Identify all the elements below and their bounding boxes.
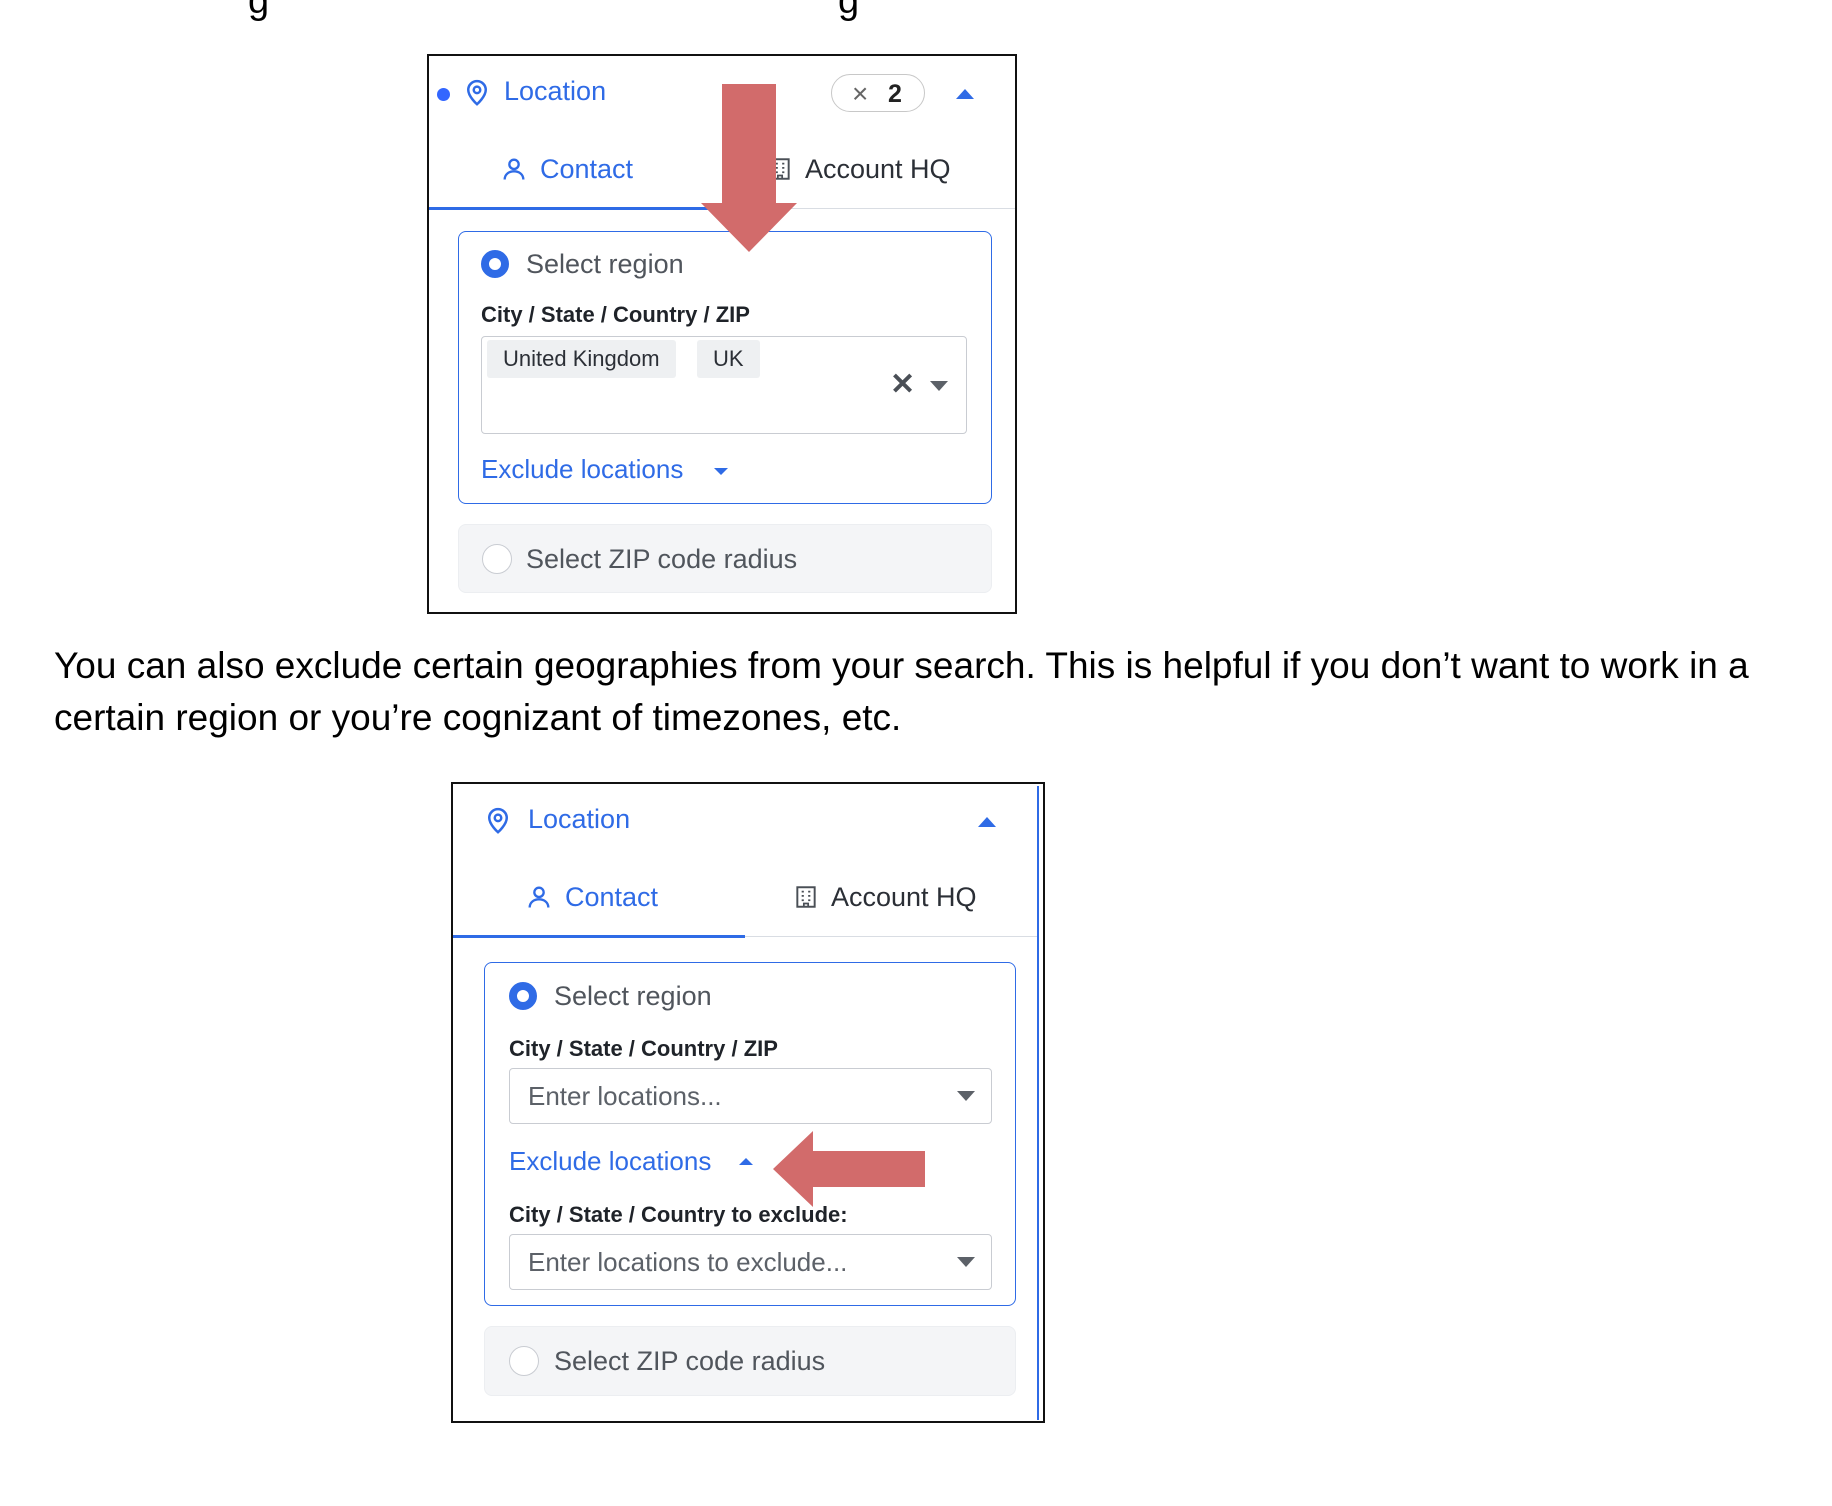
annotation-arrow-left (773, 1131, 925, 1207)
close-icon[interactable]: ✕ (890, 367, 915, 402)
annotation-arrow-down (701, 84, 797, 252)
select-region-label: Select region (554, 981, 712, 1011)
zip-radius-label: Select ZIP code radius (554, 1346, 826, 1376)
location-pin-icon (487, 807, 509, 834)
location-field-label: City / State / Country / ZIP (481, 302, 750, 327)
location-filter-panel-collapsed-exclude: Location × 2 Contact Account HQ Select r… (427, 54, 1017, 614)
tab-contact-label: Contact (540, 153, 634, 184)
location-filter-title: Location (528, 804, 631, 834)
location-chip[interactable]: United Kingdom (487, 340, 676, 378)
chevron-down-icon[interactable] (714, 468, 728, 475)
select-region-section: Select region City / State / Country / Z… (458, 231, 992, 504)
chevron-up-icon[interactable] (739, 1158, 753, 1165)
chevron-down-icon[interactable] (930, 381, 948, 391)
zip-radius-label: Select ZIP code radius (526, 544, 798, 574)
location-tabs: Contact Account HQ (453, 858, 1037, 938)
tab-contact-label: Contact (565, 881, 659, 912)
select-region-radio[interactable] (509, 982, 537, 1010)
zip-radius-radio[interactable] (509, 1346, 539, 1376)
active-tab-indicator (429, 207, 719, 210)
tab-contact[interactable]: Contact (500, 130, 633, 208)
location-input-placeholder: Enter locations... (528, 1081, 722, 1111)
exclude-locations-input[interactable]: Enter locations to exclude... (509, 1234, 992, 1290)
tab-account-hq[interactable]: Account HQ (793, 858, 977, 936)
exclude-locations-link[interactable]: Exclude locations (481, 454, 683, 485)
active-tab-indicator (453, 935, 745, 938)
location-filter-header[interactable]: Location (453, 784, 1043, 858)
document-paragraph: You can also exclude certain geographies… (54, 645, 1749, 738)
zip-radius-radio[interactable] (482, 544, 512, 574)
panel-scroll-edge (1037, 786, 1039, 1420)
location-multi-select[interactable]: United Kingdom UK ✕ (481, 336, 967, 434)
building-icon (796, 886, 816, 908)
select-region-radio[interactable] (481, 250, 509, 278)
user-icon (503, 158, 525, 180)
user-icon (528, 886, 550, 908)
location-chip[interactable]: UK (697, 340, 760, 378)
exclude-locations-link[interactable]: Exclude locations (509, 1146, 711, 1177)
chevron-down-icon[interactable] (957, 1257, 975, 1267)
active-filter-dot (437, 88, 450, 101)
zip-radius-option[interactable]: Select ZIP code radius (458, 524, 992, 593)
location-filter-panel-expanded-exclude: Location Contact Account HQ Select regio… (451, 782, 1045, 1423)
zip-radius-option[interactable]: Select ZIP code radius (484, 1326, 1016, 1396)
tab-account-hq-label: Account HQ (831, 881, 977, 912)
chevron-up-icon[interactable] (978, 817, 996, 827)
select-region-section: Select region City / State / Country / Z… (484, 962, 1016, 1306)
filter-count: 2 (888, 80, 902, 108)
exclude-input-placeholder: Enter locations to exclude... (528, 1247, 848, 1277)
location-pin-icon (466, 79, 488, 106)
tab-contact[interactable]: Contact (525, 858, 658, 936)
location-filter-title: Location (504, 76, 607, 106)
chevron-down-icon[interactable] (957, 1091, 975, 1101)
clear-filter-count-button[interactable]: × 2 (831, 74, 925, 112)
select-region-label: Select region (526, 249, 684, 279)
location-input[interactable]: Enter locations... (509, 1068, 992, 1124)
chevron-up-icon[interactable] (956, 89, 974, 99)
close-icon: × (852, 78, 869, 109)
location-field-label: City / State / Country / ZIP (509, 1036, 778, 1061)
tab-account-hq-label: Account HQ (805, 153, 951, 184)
